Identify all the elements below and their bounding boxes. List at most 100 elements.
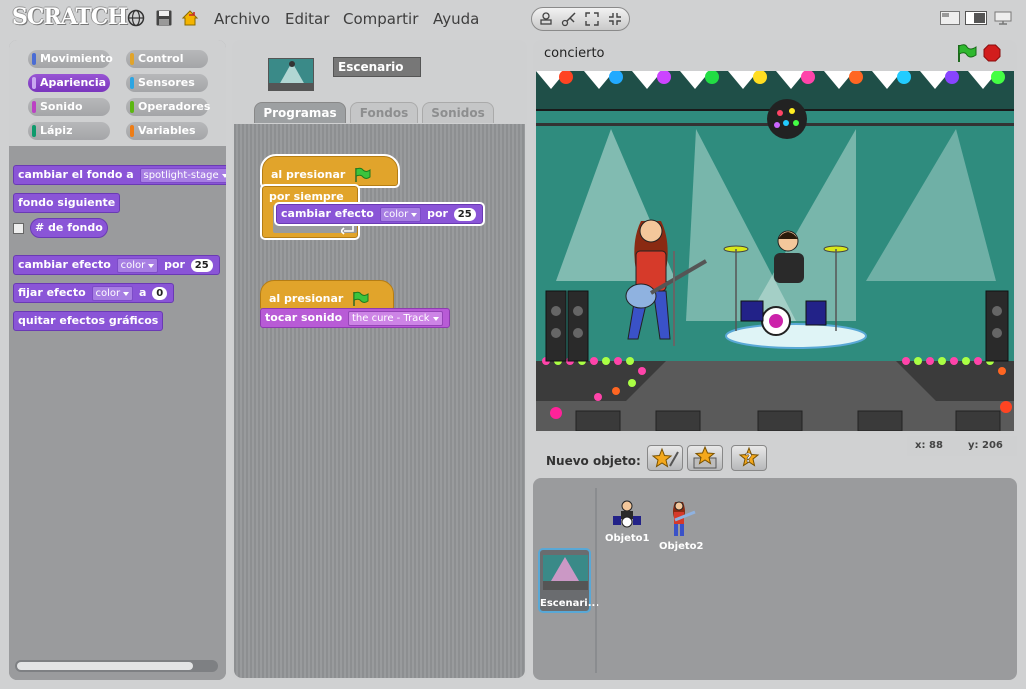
presentation-mode-icon[interactable]: [993, 11, 1013, 25]
backdrop-dropdown[interactable]: spotlight-stage: [139, 167, 226, 183]
sprite-list: Escenari... Objeto1 Objeto2: [533, 478, 1017, 680]
sprite-objeto1[interactable]: Objeto1: [605, 498, 649, 544]
block-text: cambiar el fondo a: [18, 168, 134, 181]
category-color-bar: [32, 77, 36, 89]
effect-amount-input[interactable]: 25: [453, 207, 476, 221]
scripts-panel: Escenario Programas Fondos Sonidos al pr…: [232, 40, 527, 680]
scrollbar-thumb[interactable]: [17, 662, 193, 670]
save-disk-icon[interactable]: [155, 9, 173, 27]
grow-arrows-icon[interactable]: [584, 11, 600, 27]
stage-canvas[interactable]: [536, 71, 1014, 431]
block-backdrop-number[interactable]: # de fondo: [30, 218, 108, 238]
effect-amount-input[interactable]: 25: [190, 258, 213, 272]
choose-sprite-file-button[interactable]: [687, 445, 723, 471]
category-color-bar: [32, 125, 36, 137]
category-label: Variables: [138, 124, 196, 137]
paint-new-sprite-button[interactable]: [647, 445, 683, 471]
category-color-bar: [130, 53, 134, 65]
block-text: # de fondo: [35, 221, 103, 234]
surprise-star-icon: ?: [738, 446, 760, 467]
drummer-sprite-thumbnail: [613, 500, 641, 528]
edit-mode-toolbar: [531, 7, 630, 31]
stop-sign-button[interactable]: [983, 44, 1001, 62]
green-flag-button[interactable]: [955, 43, 977, 63]
tab-programas[interactable]: Programas: [254, 102, 346, 123]
category-selector: Movimiento Control Apariencia Sensores S…: [9, 40, 226, 146]
random-sprite-button[interactable]: ?: [731, 445, 767, 471]
script2-when-flag-hat[interactable]: al presionar: [260, 280, 394, 310]
top-bar: SCRATCH Archivo Editar Compartir Ayuda: [0, 0, 1026, 38]
stage-panel: concierto: [533, 40, 1017, 434]
category-label: Sensores: [138, 76, 195, 89]
category-label: Operadores: [138, 100, 211, 113]
scratch-logo: SCRATCH: [12, 4, 128, 30]
script2-play-sound-block[interactable]: tocar sonido the cure - Track: [260, 308, 450, 328]
block-change-backdrop[interactable]: cambiar el fondo a spotlight-stage: [13, 165, 226, 185]
shrink-arrows-icon[interactable]: [607, 11, 623, 27]
stamp-icon[interactable]: [538, 11, 554, 27]
effect-value-input[interactable]: 0: [152, 286, 168, 300]
category-label: Sonido: [40, 100, 83, 113]
palette-horizontal-scrollbar[interactable]: [15, 660, 218, 672]
category-color-bar: [130, 125, 134, 137]
category-color-bar: [32, 53, 36, 65]
delete-scissors-icon[interactable]: [561, 11, 577, 27]
menu-ayuda[interactable]: Ayuda: [433, 10, 479, 28]
effect-dropdown[interactable]: color: [379, 206, 422, 222]
block-text: a: [138, 286, 147, 299]
share-house-icon[interactable]: [181, 9, 199, 27]
language-globe-icon[interactable]: [127, 9, 145, 27]
category-label: Control: [138, 52, 184, 65]
stage-selector[interactable]: Escenari...: [538, 548, 600, 613]
hat-text: al presionar: [269, 292, 344, 305]
scripts-area[interactable]: al presionar por siempre cambiar efecto …: [234, 124, 525, 678]
green-flag-icon: [355, 167, 371, 182]
block-text: cambiar efecto: [281, 207, 374, 220]
category-label: Movimiento: [40, 52, 113, 65]
object-name-field[interactable]: Escenario: [333, 57, 421, 77]
block-set-effect[interactable]: fijar efecto color a 0: [13, 283, 175, 303]
small-stage-layout-icon[interactable]: [940, 11, 960, 25]
category-color-bar: [32, 101, 36, 113]
sprite-label: Objeto1: [605, 533, 650, 544]
folder-star-icon: [693, 445, 717, 469]
category-control[interactable]: Control: [126, 50, 208, 68]
sound-dropdown[interactable]: the cure - Track: [348, 310, 443, 326]
menu-compartir[interactable]: Compartir: [343, 10, 418, 28]
disco-ball: [767, 99, 807, 139]
category-movimiento[interactable]: Movimiento: [28, 50, 113, 68]
script1-change-effect-block[interactable]: cambiar efecto color por 25: [274, 202, 485, 226]
effect-dropdown[interactable]: color: [116, 257, 159, 273]
menu-archivo[interactable]: Archivo: [214, 10, 270, 28]
category-sonido[interactable]: Sonido: [28, 98, 110, 116]
full-stage-layout-icon[interactable]: [965, 11, 987, 25]
new-object-bar: Nuevo objeto: ?: [533, 440, 1017, 476]
script1-when-flag-hat[interactable]: al presionar: [260, 154, 400, 188]
green-flag-icon: [353, 291, 369, 306]
tab-fondos[interactable]: Fondos: [350, 102, 418, 123]
loop-arrow-icon: [341, 226, 354, 235]
backdrop-number-checkbox[interactable]: [13, 223, 24, 234]
sprite-label: Objeto2: [659, 541, 704, 552]
category-sensores[interactable]: Sensores: [126, 74, 208, 92]
sprite-objeto2[interactable]: Objeto2: [659, 498, 703, 552]
project-title: concierto: [544, 46, 605, 61]
menu-editar[interactable]: Editar: [285, 10, 329, 28]
category-variables[interactable]: Variables: [126, 122, 208, 140]
category-apariencia[interactable]: Apariencia: [28, 74, 110, 92]
block-text: fijar efecto: [18, 286, 86, 299]
block-change-effect[interactable]: cambiar efecto color por 25: [13, 255, 220, 275]
stage-preview: [543, 555, 588, 590]
block-palette: Movimiento Control Apariencia Sensores S…: [9, 40, 226, 680]
block-text: tocar sonido: [265, 311, 343, 324]
stage-label: Escenari...: [540, 598, 600, 609]
effect-dropdown[interactable]: color: [91, 285, 134, 301]
category-lapiz[interactable]: Lápiz: [28, 122, 110, 140]
block-next-backdrop[interactable]: fondo siguiente: [13, 193, 121, 213]
category-label: Apariencia: [40, 76, 107, 89]
block-clear-effects[interactable]: quitar efectos gráficos: [13, 311, 164, 331]
svg-text:?: ?: [745, 451, 752, 465]
tab-sonidos[interactable]: Sonidos: [422, 102, 494, 123]
palette-blocks: cambiar el fondo a spotlight-stage fondo…: [9, 150, 226, 680]
category-operadores[interactable]: Operadores: [126, 98, 211, 116]
